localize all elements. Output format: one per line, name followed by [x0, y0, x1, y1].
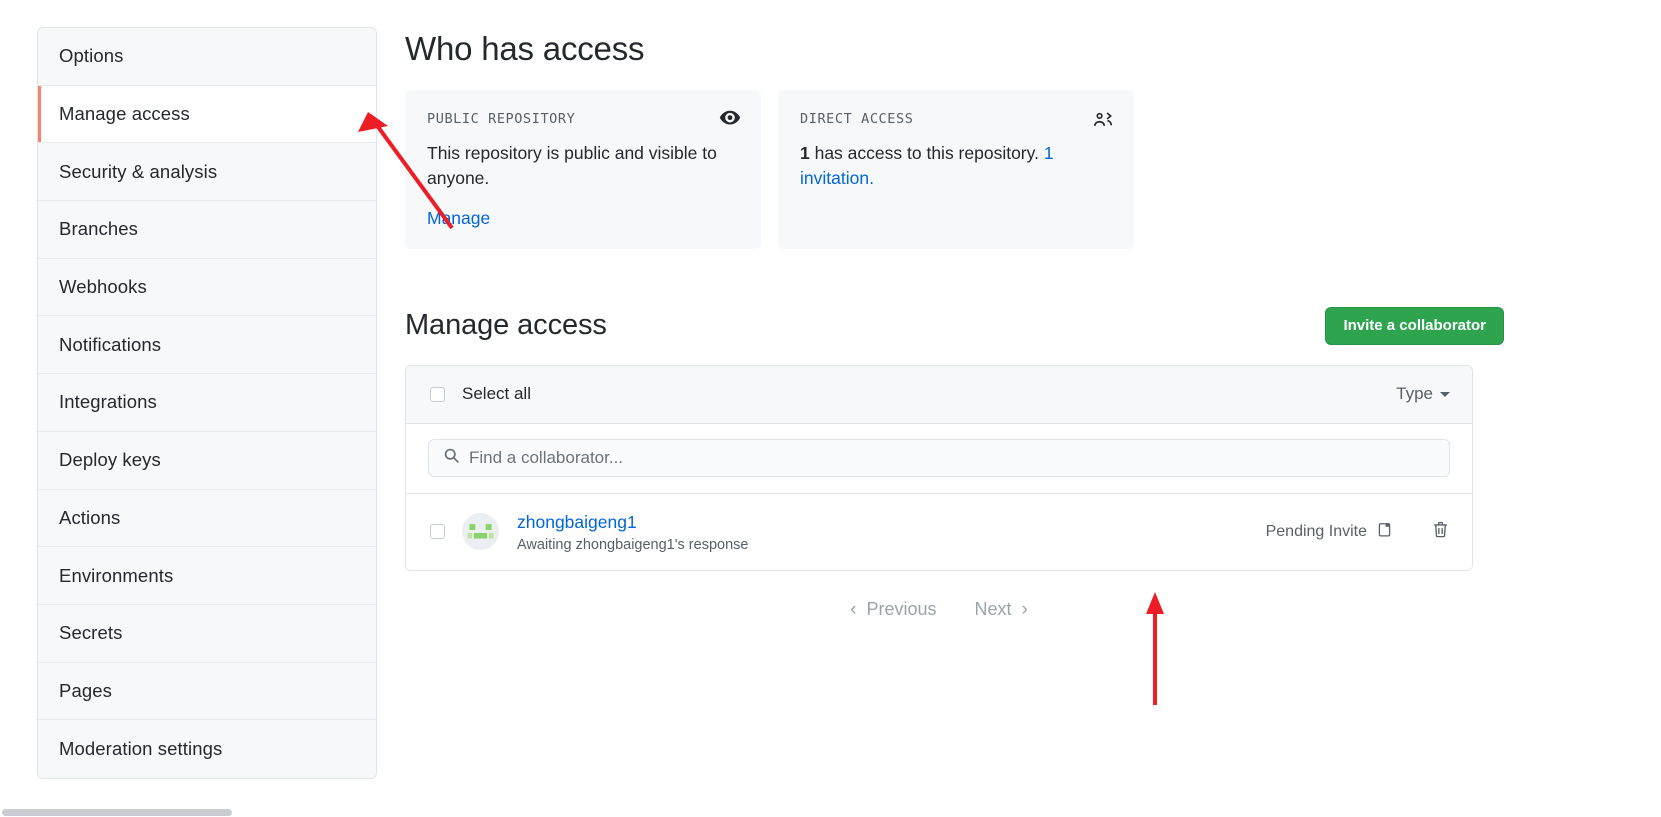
sidebar-item-label: Environments [59, 564, 174, 586]
select-all-label: Select all [462, 384, 531, 404]
sidebar-item-label: Security & analysis [59, 160, 218, 182]
sidebar-item-label: Pages [59, 679, 112, 701]
sidebar-item-secrets[interactable]: Secrets [38, 604, 376, 663]
search-icon [443, 447, 460, 469]
sidebar-item-security-analysis[interactable]: Security & analysis [38, 143, 376, 202]
select-all-checkbox[interactable] [430, 386, 445, 402]
sidebar-item-moderation-settings[interactable]: Moderation settings [38, 720, 376, 778]
sidebar-item-manage-access[interactable]: Manage access [38, 85, 376, 144]
previous-label: Previous [866, 598, 937, 619]
search-input[interactable] [469, 447, 1449, 468]
chevron-left-icon: ‹ [850, 598, 857, 620]
sidebar-item-pages[interactable]: Pages [38, 662, 376, 721]
table-row: zhongbaigeng1 Awaiting zhongbaigeng1's r… [406, 493, 1472, 570]
sidebar-item-options[interactable]: Options [38, 28, 376, 86]
sidebar-item-label: Options [59, 45, 124, 67]
type-filter-dropdown[interactable]: Type [1396, 384, 1450, 404]
chevron-down-icon [1440, 391, 1450, 397]
next-page-button[interactable]: Next › [975, 599, 1028, 620]
sidebar-item-label: Notifications [59, 333, 162, 355]
clipboard-icon[interactable] [1376, 521, 1393, 543]
invite-collaborator-button[interactable]: Invite a collaborator [1325, 306, 1504, 345]
collaborator-status-text: Awaiting zhongbaigeng1's response [517, 536, 749, 553]
sidebar-item-environments[interactable]: Environments [38, 547, 376, 605]
avatar [462, 513, 499, 551]
page-title: Who has access [405, 30, 645, 67]
trash-icon[interactable] [1431, 520, 1450, 544]
search-field[interactable] [428, 438, 1450, 477]
sidebar-item-label: Webhooks [59, 276, 147, 298]
sidebar-item-webhooks[interactable]: Webhooks [38, 258, 376, 317]
horizontal-scrollbar[interactable] [0, 808, 1661, 817]
sidebar-item-label: Actions [59, 506, 121, 528]
access-cards: PUBLIC REPOSITORY This repository is pub… [405, 90, 1505, 249]
sidebar-item-integrations[interactable]: Integrations [38, 374, 376, 432]
pagination: ‹ Previous Next › [405, 599, 1473, 620]
pending-invite-label: Pending Invite [1265, 522, 1367, 540]
manage-access-header: Manage access Invite a collaborator [405, 306, 1505, 345]
sidebar-item-label: Secrets [59, 622, 123, 644]
sidebar-item-label: Branches [59, 218, 138, 240]
sidebar-item-label: Manage access [59, 103, 190, 125]
collaborators-panel: Select all Type Find a collaborator... z… [405, 364, 1473, 571]
next-label: Next [974, 598, 1012, 619]
sidebar-item-label: Deploy keys [59, 449, 161, 471]
main-content: Who has access PUBLIC REPOSITORY This re… [405, 0, 1505, 620]
public-repository-card: PUBLIC REPOSITORY This repository is pub… [405, 90, 761, 249]
sidebar-item-label: Integrations [59, 391, 157, 413]
row-checkbox[interactable] [430, 524, 445, 540]
public-repository-description: This repository is public and visible to… [427, 143, 717, 189]
eye-icon [719, 108, 741, 135]
sidebar-item-notifications[interactable]: Notifications [38, 316, 376, 375]
sidebar-item-label: Moderation settings [59, 738, 223, 760]
manage-visibility-link[interactable]: Manage [427, 208, 490, 229]
people-icon [1092, 108, 1114, 135]
pending-invite-status[interactable]: Pending Invite [1266, 521, 1393, 543]
direct-access-description: 1 has access to this repository. 1 invit… [800, 141, 1112, 192]
collaborator-search-row [406, 423, 1472, 494]
sidebar-item-deploy-keys[interactable]: Deploy keys [38, 431, 376, 490]
chevron-right-icon: › [1021, 598, 1028, 620]
sidebar-item-branches[interactable]: Branches [38, 201, 376, 259]
previous-page-button[interactable]: ‹ Previous [850, 599, 936, 620]
collaborators-toolbar: Select all Type [406, 365, 1472, 424]
scrollbar-thumb[interactable] [2, 809, 232, 816]
direct-access-label: DIRECT ACCESS [800, 111, 914, 127]
public-repository-label: PUBLIC REPOSITORY [427, 111, 576, 127]
sidebar-item-actions[interactable]: Actions [38, 489, 376, 548]
direct-access-count: 1 [800, 143, 810, 163]
direct-access-card: DIRECT ACCESS 1 has access to this repos… [778, 90, 1134, 249]
settings-sidebar: Options Manage access Security & analysi… [37, 27, 377, 779]
manage-access-title: Manage access [405, 309, 607, 342]
direct-access-text: has access to this repository. [809, 143, 1044, 163]
collaborator-username-link[interactable]: zhongbaigeng1 [517, 511, 1266, 534]
collaborator-info: zhongbaigeng1 Awaiting zhongbaigeng1's r… [517, 511, 1266, 553]
select-all-group: Select all [430, 384, 531, 404]
type-filter-label: Type [1396, 384, 1433, 404]
